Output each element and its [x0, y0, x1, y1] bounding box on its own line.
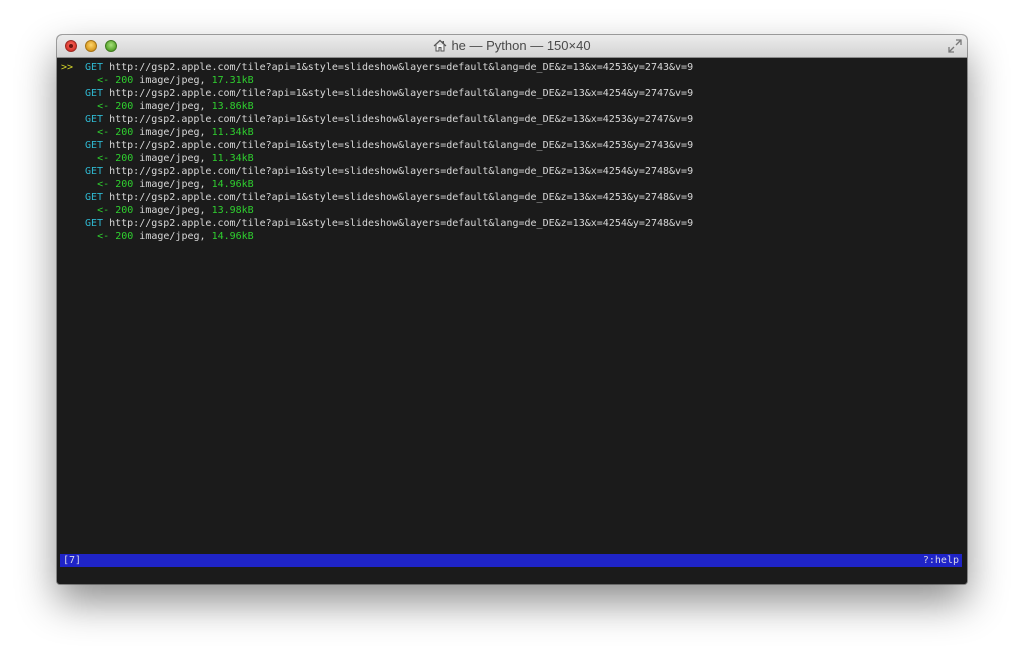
response-status: 200 — [115, 153, 134, 164]
request-method: GET — [85, 114, 104, 125]
flow-response-line: <- 200 image/jpeg, 14.96kB — [61, 230, 693, 243]
cursor-marker: >> — [61, 62, 74, 73]
request-method: GET — [85, 140, 104, 151]
flow-response-line: <- 200 image/jpeg, 11.34kB — [61, 126, 693, 139]
flow-request-line[interactable]: GET http://gsp2.apple.com/tile?api=1&sty… — [61, 139, 693, 152]
request-url: http://gsp2.apple.com/tile?api=1&style=s… — [109, 166, 694, 177]
response-arrow: <- — [97, 153, 110, 164]
request-method: GET — [85, 62, 104, 73]
title-bar[interactable]: he — Python — 150×40 — [57, 35, 967, 58]
flow-request-line[interactable]: GET http://gsp2.apple.com/tile?api=1&sty… — [61, 191, 693, 204]
flow-response-line: <- 200 image/jpeg, 17.31kB — [61, 74, 693, 87]
fullscreen-icon[interactable] — [948, 39, 962, 53]
response-content-type: image/jpeg, — [139, 127, 206, 138]
status-bar: [7] ?:help — [60, 554, 962, 567]
response-size: 13.98kB — [211, 205, 254, 216]
flow-count: [7] — [63, 555, 82, 566]
request-url: http://gsp2.apple.com/tile?api=1&style=s… — [109, 114, 694, 125]
request-url: http://gsp2.apple.com/tile?api=1&style=s… — [109, 88, 694, 99]
response-size: 14.96kB — [211, 179, 254, 190]
response-size: 13.86kB — [211, 101, 254, 112]
request-url: http://gsp2.apple.com/tile?api=1&style=s… — [109, 192, 694, 203]
window-title-wrap: he — Python — 150×40 — [57, 35, 967, 57]
request-url: http://gsp2.apple.com/tile?api=1&style=s… — [109, 62, 694, 73]
response-status: 200 — [115, 127, 134, 138]
home-icon — [433, 37, 447, 59]
terminal-window: he — Python — 150×40 >> GET http://gsp2.a… — [57, 35, 967, 584]
window-title: he — Python — 150×40 — [451, 38, 591, 53]
flow-request-line[interactable]: >> GET http://gsp2.apple.com/tile?api=1&s… — [61, 61, 693, 74]
response-content-type: image/jpeg, — [139, 153, 206, 164]
response-size: 17.31kB — [211, 75, 254, 86]
response-content-type: image/jpeg, — [139, 101, 206, 112]
response-status: 200 — [115, 101, 134, 112]
flow-response-line: <- 200 image/jpeg, 14.96kB — [61, 178, 693, 191]
response-arrow: <- — [97, 75, 110, 86]
response-arrow: <- — [97, 205, 110, 216]
request-method: GET — [85, 192, 104, 203]
response-arrow: <- — [97, 101, 110, 112]
flow-request-line[interactable]: GET http://gsp2.apple.com/tile?api=1&sty… — [61, 165, 693, 178]
flow-response-line: <- 200 image/jpeg, 13.98kB — [61, 204, 693, 217]
flow-response-line: <- 200 image/jpeg, 13.86kB — [61, 100, 693, 113]
response-arrow: <- — [97, 179, 110, 190]
response-size: 11.34kB — [211, 127, 254, 138]
response-status: 200 — [115, 231, 134, 242]
flow-request-line[interactable]: GET http://gsp2.apple.com/tile?api=1&sty… — [61, 113, 693, 126]
response-content-type: image/jpeg, — [139, 231, 206, 242]
response-content-type: image/jpeg, — [139, 75, 206, 86]
request-url: http://gsp2.apple.com/tile?api=1&style=s… — [109, 140, 694, 151]
response-status: 200 — [115, 205, 134, 216]
flow-response-line: <- 200 image/jpeg, 11.34kB — [61, 152, 693, 165]
response-arrow: <- — [97, 127, 110, 138]
response-content-type: image/jpeg, — [139, 205, 206, 216]
response-arrow: <- — [97, 231, 110, 242]
response-status: 200 — [115, 179, 134, 190]
response-size: 11.34kB — [211, 153, 254, 164]
response-status: 200 — [115, 75, 134, 86]
help-hint: ?:help — [922, 555, 959, 566]
request-method: GET — [85, 218, 104, 229]
request-method: GET — [85, 88, 104, 99]
terminal-content[interactable]: >> GET http://gsp2.apple.com/tile?api=1&s… — [57, 58, 967, 584]
flow-request-line[interactable]: GET http://gsp2.apple.com/tile?api=1&sty… — [61, 87, 693, 100]
response-content-type: image/jpeg, — [139, 179, 206, 190]
flow-request-line[interactable]: GET http://gsp2.apple.com/tile?api=1&sty… — [61, 217, 693, 230]
request-url: http://gsp2.apple.com/tile?api=1&style=s… — [109, 218, 694, 229]
request-method: GET — [85, 166, 104, 177]
response-size: 14.96kB — [211, 231, 254, 242]
flow-list: >> GET http://gsp2.apple.com/tile?api=1&s… — [61, 61, 693, 243]
